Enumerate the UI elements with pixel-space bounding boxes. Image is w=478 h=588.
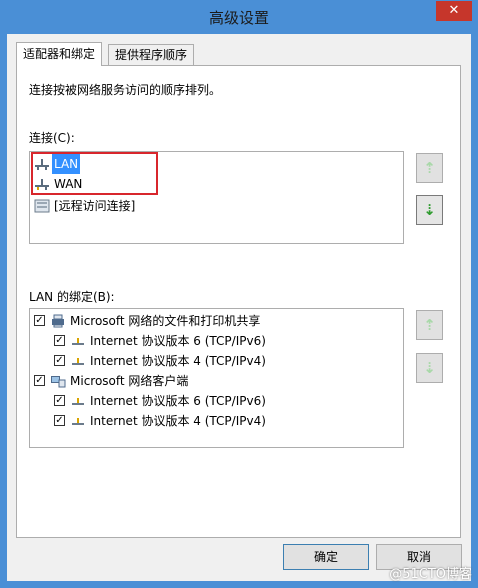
protocol-icon <box>72 358 84 365</box>
binding-label: Internet 协议版本 6 (TCP/IPv6) <box>90 394 266 408</box>
binding-item-file-printer-sharing[interactable]: ✓ Microsoft 网络的文件和打印机共享 <box>34 311 374 331</box>
close-button[interactable]: ✕ <box>436 1 472 21</box>
network-client-icon <box>51 376 66 388</box>
connection-item-remote[interactable]: [远程访问连接] <box>34 196 234 216</box>
title-bar[interactable]: 高级设置 ✕ <box>0 0 478 34</box>
binding-label: Microsoft 网络的文件和打印机共享 <box>70 314 261 328</box>
binding-checkbox[interactable]: ✓ <box>34 375 45 386</box>
dialog-client-area: 适配器和绑定 提供程序顺序 连接按被网络服务访问的顺序排列。 连接(C): LA… <box>7 34 471 581</box>
binding-item-ipv6[interactable]: ✓ Internet 协议版本 6 (TCP/IPv6) <box>54 331 374 351</box>
remote-access-icon <box>34 199 50 213</box>
advanced-settings-dialog: 高级设置 ✕ 适配器和绑定 提供程序顺序 连接按被网络服务访问的顺序排列。 连接… <box>0 0 478 588</box>
binding-checkbox[interactable]: ✓ <box>54 415 65 426</box>
binding-label: Microsoft 网络客户端 <box>70 374 189 388</box>
window-title: 高级设置 <box>208 9 269 27</box>
description-text: 连接按被网络服务访问的顺序排列。 <box>29 83 222 97</box>
binding-label: Internet 协议版本 6 (TCP/IPv6) <box>90 334 266 348</box>
connection-label: [远程访问连接] <box>54 199 136 213</box>
tab-panel: 连接按被网络服务访问的顺序排列。 连接(C): LAN WAN [远程访问连接]… <box>16 65 461 538</box>
binding-checkbox[interactable]: ✓ <box>54 355 65 366</box>
bindings-tree[interactable]: ✓ Microsoft 网络的文件和打印机共享 ✓ Internet 协议版本 … <box>29 308 404 448</box>
binding-label: Internet 协议版本 4 (TCP/IPv4) <box>90 414 266 428</box>
ok-button[interactable]: 确定 <box>283 544 369 570</box>
printer-share-icon <box>52 314 64 328</box>
move-binding-down-button[interactable]: ⇣ <box>416 353 443 383</box>
bindings-label: LAN 的绑定(B): <box>29 290 115 304</box>
binding-checkbox[interactable]: ✓ <box>54 395 65 406</box>
binding-item-ipv4[interactable]: ✓ Internet 协议版本 4 (TCP/IPv4) <box>54 351 374 371</box>
move-connection-up-button[interactable]: ⇡ <box>416 153 443 183</box>
move-binding-up-button[interactable]: ⇡ <box>416 310 443 340</box>
tab-adapters-bindings[interactable]: 适配器和绑定 <box>16 42 103 66</box>
protocol-icon <box>72 418 84 425</box>
binding-item-ipv4[interactable]: ✓ Internet 协议版本 4 (TCP/IPv4) <box>54 411 374 431</box>
protocol-icon <box>72 398 84 405</box>
annotation-highlight-box <box>31 152 158 195</box>
binding-checkbox[interactable]: ✓ <box>34 315 45 326</box>
binding-item-ipv6[interactable]: ✓ Internet 协议版本 6 (TCP/IPv6) <box>54 391 374 411</box>
connections-label: 连接(C): <box>29 131 75 145</box>
binding-checkbox[interactable]: ✓ <box>54 335 65 346</box>
binding-item-ms-client[interactable]: ✓ Microsoft 网络客户端 <box>34 371 374 391</box>
binding-label: Internet 协议版本 4 (TCP/IPv4) <box>90 354 266 368</box>
tab-provider-order[interactable]: 提供程序顺序 <box>108 44 195 66</box>
move-connection-down-button[interactable]: ⇣ <box>416 195 443 225</box>
watermark: @51CTO博客 <box>389 567 472 582</box>
protocol-icon <box>72 338 84 345</box>
